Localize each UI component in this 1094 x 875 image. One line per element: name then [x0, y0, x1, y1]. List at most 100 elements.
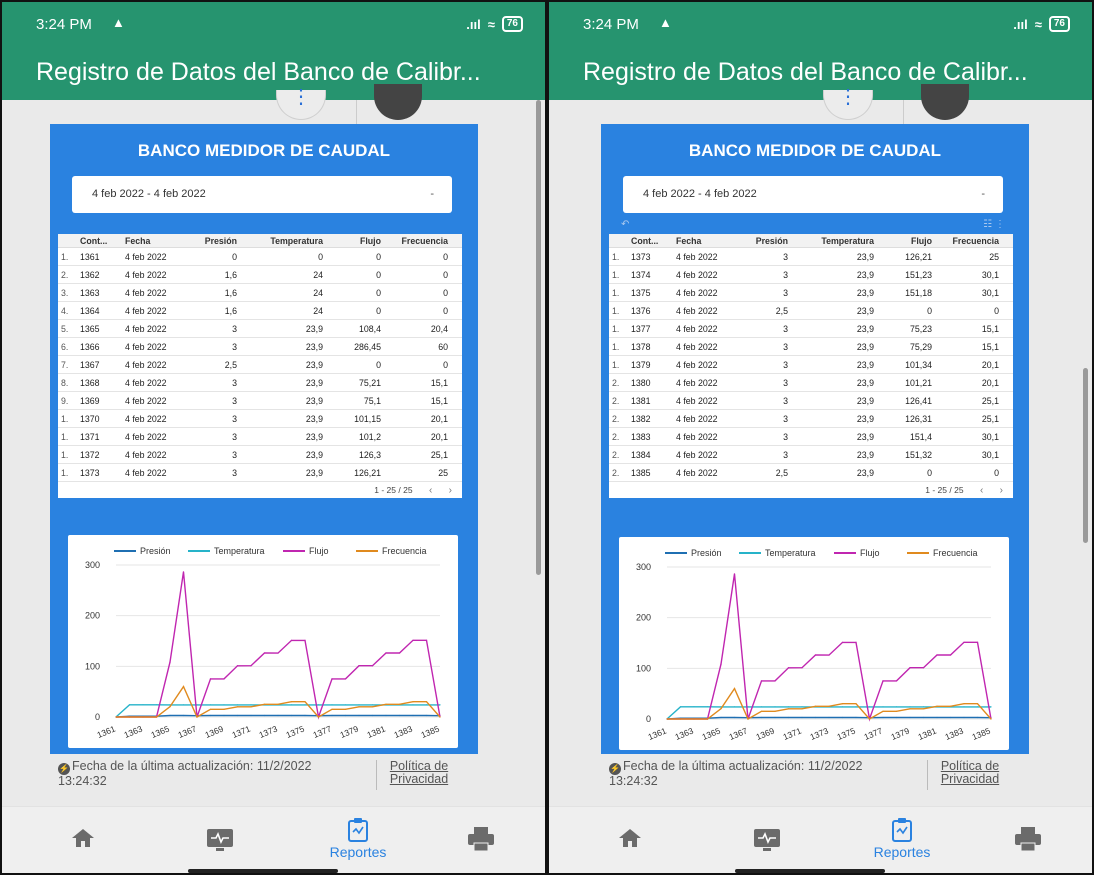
table-cell: 4 feb 2022	[676, 432, 718, 442]
data-point	[425, 701, 428, 703]
table-row[interactable]: 1. 1372 4 feb 2022 3 23,9 126,3 25,1	[58, 446, 462, 464]
status-time: 3:24 PM	[583, 16, 639, 33]
date-range-selector[interactable]: 4 feb 2022 - 4 feb 2022 -	[623, 176, 1003, 213]
nav-monitor[interactable]	[190, 827, 250, 853]
footer-divider	[927, 760, 928, 790]
table-row[interactable]: 1. 1375 4 feb 2022 3 23,9 151,18 30,1	[609, 284, 1013, 302]
data-point	[706, 706, 709, 708]
table-cell: 1382	[631, 414, 651, 424]
home-indicator[interactable]	[735, 869, 885, 873]
col-header[interactable]: Temperatura	[237, 234, 323, 247]
table-row[interactable]: 1. 1379 4 feb 2022 3 23,9 101,34 20,1	[609, 356, 1013, 374]
table-row[interactable]: 1. 1361 4 feb 2022 0 0 0 0	[58, 248, 462, 266]
col-header[interactable]: Temperatura	[788, 234, 874, 247]
table-row[interactable]: 8. 1368 4 feb 2022 3 23,9 75,21 15,1	[58, 374, 462, 392]
data-point	[976, 703, 979, 705]
prev-page-icon[interactable]: ‹	[980, 485, 983, 496]
col-header[interactable]: Presión	[189, 234, 237, 247]
prev-page-icon[interactable]: ‹	[429, 485, 432, 496]
col-header[interactable]: Fecha	[121, 234, 189, 247]
data-point	[223, 678, 225, 680]
data-point	[209, 714, 212, 717]
table-row[interactable]: 2. 1384 4 feb 2022 3 23,9 151,32 30,1	[609, 446, 1013, 464]
table-row[interactable]: 2. 1381 4 feb 2022 3 23,9 126,41 25,1	[609, 392, 1013, 410]
table-row[interactable]: 7. 1367 4 feb 2022 2,5 23,9 0 0	[58, 356, 462, 374]
col-header[interactable]: Flujo	[874, 234, 932, 247]
nav-reports[interactable]: Reportes	[323, 817, 393, 860]
series-line	[667, 573, 992, 722]
table-row[interactable]: 2. 1382 4 feb 2022 3 23,9 126,31 25,1	[609, 410, 1013, 428]
table-cell: 0	[994, 468, 999, 478]
table-cell: 4 feb 2022	[676, 360, 718, 370]
table-row[interactable]: 1. 1370 4 feb 2022 3 23,9 101,15 20,1	[58, 410, 462, 428]
scrollbar[interactable]	[1083, 368, 1088, 543]
table-row[interactable]: 1. 1378 4 feb 2022 3 23,9 75,29 15,1	[609, 338, 1013, 356]
table-cell: 3	[783, 396, 788, 406]
col-header[interactable]: Frecuencia	[381, 234, 450, 247]
col-header[interactable]: Presión	[740, 234, 788, 247]
table-row[interactable]: 2. 1362 4 feb 2022 1,6 24 0 0	[58, 266, 462, 284]
table-row[interactable]: 5. 1365 4 feb 2022 3 23,9 108,4 20,4	[58, 320, 462, 338]
kebab-menu-icon[interactable]: ⋮	[823, 87, 873, 120]
nav-print[interactable]	[998, 825, 1058, 853]
nav-home[interactable]	[600, 827, 660, 849]
table-cell: 3	[232, 450, 237, 460]
status-time: 3:24 PM	[36, 16, 92, 33]
table-row[interactable]: 4. 1364 4 feb 2022 1,6 24 0 0	[58, 302, 462, 320]
avatar[interactable]	[374, 84, 422, 120]
table-row[interactable]: 1. 1373 4 feb 2022 3 23,9 126,21 25	[609, 248, 1013, 266]
table-row[interactable]: 9. 1369 4 feb 2022 3 23,9 75,1 15,1	[58, 392, 462, 410]
nav-home[interactable]	[53, 827, 113, 849]
privacy-policy-link[interactable]: Política de Privacidad	[935, 760, 1005, 786]
col-header[interactable]: Flujo	[323, 234, 381, 247]
table-row[interactable]: 1. 1376 4 feb 2022 2,5 23,9 0 0	[609, 302, 1013, 320]
data-point	[344, 708, 347, 710]
table-row[interactable]: 6. 1366 4 feb 2022 3 23,9 286,45 60	[58, 338, 462, 356]
data-point	[693, 718, 695, 720]
table-row[interactable]: 2. 1383 4 feb 2022 3 23,9 151,4 30,1	[609, 428, 1013, 446]
home-indicator[interactable]	[188, 869, 338, 873]
table-cell: 101,15	[354, 414, 381, 424]
undo-icon[interactable]: ↶	[621, 219, 629, 230]
table-cell: 23,9	[305, 378, 323, 388]
col-header[interactable]: Frecuencia	[932, 234, 1001, 247]
legend-label: Frecuencia	[933, 548, 978, 558]
table-cell: 75,29	[909, 342, 932, 352]
kebab-menu-icon[interactable]: ⋮	[276, 87, 326, 120]
next-page-icon[interactable]: ›	[1000, 485, 1003, 496]
table-cell: 0	[376, 306, 381, 316]
table-row[interactable]: 1. 1377 4 feb 2022 3 23,9 75,23 15,1	[609, 320, 1013, 338]
table-cell: 1.	[612, 306, 620, 316]
table-cell: 3.	[61, 288, 69, 298]
table-row[interactable]: 1. 1371 4 feb 2022 3 23,9 101,2 20,1	[58, 428, 462, 446]
bell-icon: ▲	[112, 15, 125, 30]
table-row[interactable]: 2. 1385 4 feb 2022 2,5 23,9 0 0	[609, 464, 1013, 482]
privacy-policy-link[interactable]: Política de Privacidad	[384, 760, 454, 786]
table-row[interactable]: 2. 1380 4 feb 2022 3 23,9 101,21 20,1	[609, 374, 1013, 392]
col-header[interactable]: Fecha	[672, 234, 740, 247]
avatar[interactable]	[921, 84, 969, 120]
table-row[interactable]: 1. 1373 4 feb 2022 3 23,9 126,21 25	[58, 464, 462, 482]
data-point	[949, 716, 952, 719]
y-tick-label: 0	[646, 714, 651, 724]
table-cell: 1376	[631, 306, 651, 316]
table-row[interactable]: 3. 1363 4 feb 2022 1,6 24 0 0	[58, 284, 462, 302]
next-page-icon[interactable]: ›	[449, 485, 452, 496]
battery-icon: 76	[1048, 16, 1070, 32]
table-row[interactable]: 1. 1374 4 feb 2022 3 23,9 151,23 30,1	[609, 266, 1013, 284]
x-tick-label: 1363	[122, 723, 144, 739]
table-options-icon[interactable]: ☷ ⋮	[983, 219, 1005, 230]
table-cell: 24	[313, 306, 323, 316]
data-point	[936, 716, 938, 719]
nav-monitor[interactable]	[737, 827, 797, 853]
scrollbar[interactable]	[536, 100, 541, 575]
nav-print[interactable]	[451, 825, 511, 853]
x-tick-label: 1383	[943, 725, 965, 741]
col-header[interactable]: Cont...	[76, 234, 121, 247]
data-point	[344, 704, 347, 706]
nav-reports[interactable]: Reportes	[867, 817, 937, 860]
data-point	[787, 706, 790, 708]
data-point	[679, 706, 682, 708]
col-header[interactable]: Cont...	[627, 234, 672, 247]
date-range-selector[interactable]: 4 feb 2022 - 4 feb 2022 -	[72, 176, 452, 213]
